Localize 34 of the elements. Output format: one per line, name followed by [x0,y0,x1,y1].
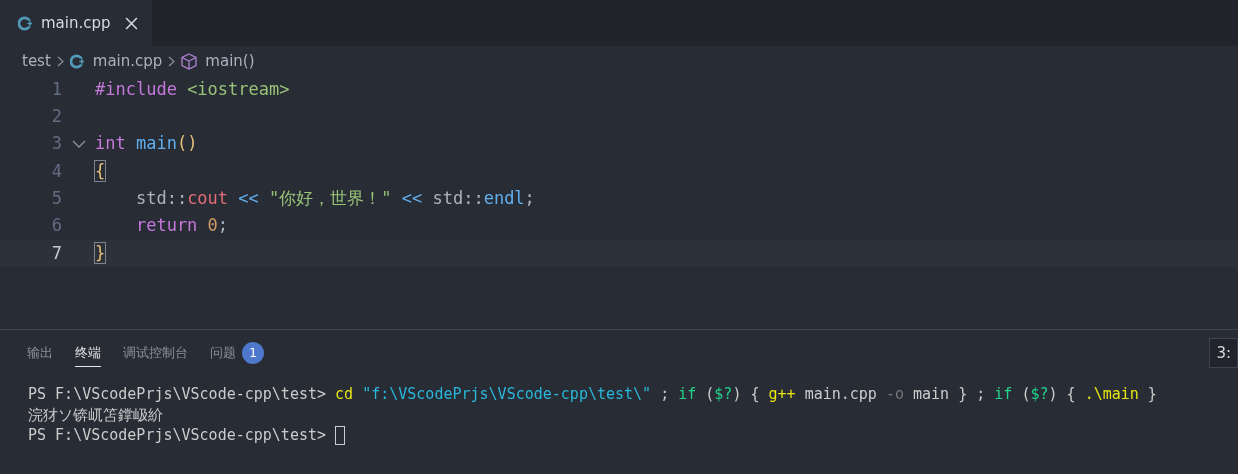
line-number: 7 [50,241,62,265]
terminal-selector[interactable]: 3: [1209,337,1238,369]
terminal-line: PS F:\VScodePrjs\VScode-cpp\test> [28,425,327,446]
fold-chevron-icon[interactable] [71,139,86,149]
chevron-right-icon [168,55,176,67]
breadcrumb-item[interactable]: main() [205,49,255,73]
code-line-text: return 0; [134,214,229,238]
code-line-text: { [95,159,106,183]
cube-icon [181,52,198,70]
cpp-file-icon [69,53,85,69]
chevron-right-icon [56,55,64,67]
line-number: 2 [50,105,62,129]
terminal-line: 浣犲ソ锛屼笘鐣岋紒 [28,404,163,426]
count-badge: 1 [242,342,264,365]
panel-tab[interactable]: 终端 [75,338,101,368]
line-number: 6 [50,214,62,238]
panel-tab[interactable]: 调试控制台 [123,338,188,368]
terminal-line: PS F:\VScodePrjs\VScode-cpp\test> cd "f:\VScodePrjs\VScode-cpp\test\" ; if ($?) { g++ main.cpp -o main } ; if ($?) { .\main } [28,384,1157,405]
panel-tab[interactable]: 问题 [210,338,236,368]
file-tab[interactable]: main.cpp [0,0,152,46]
cpp-file-icon [18,15,33,31]
panel-tab[interactable]: 输出 [27,338,53,368]
code-line-text: } [95,241,106,265]
close-icon[interactable] [124,16,138,30]
code-line-text: int main() [95,132,198,156]
terminal-cursor [335,425,346,445]
code-line-text: std::cout << "你好，世界！" << std::endl; [134,187,535,211]
breadcrumb-item[interactable]: main.cpp [92,49,163,73]
line-number: 1 [50,77,62,101]
line-number: 5 [50,187,62,211]
code-line-text: #include <iostream> [95,77,290,101]
line-number: 3 [50,132,62,156]
breadcrumb-item[interactable]: test [22,49,51,73]
line-number: 4 [50,159,62,183]
